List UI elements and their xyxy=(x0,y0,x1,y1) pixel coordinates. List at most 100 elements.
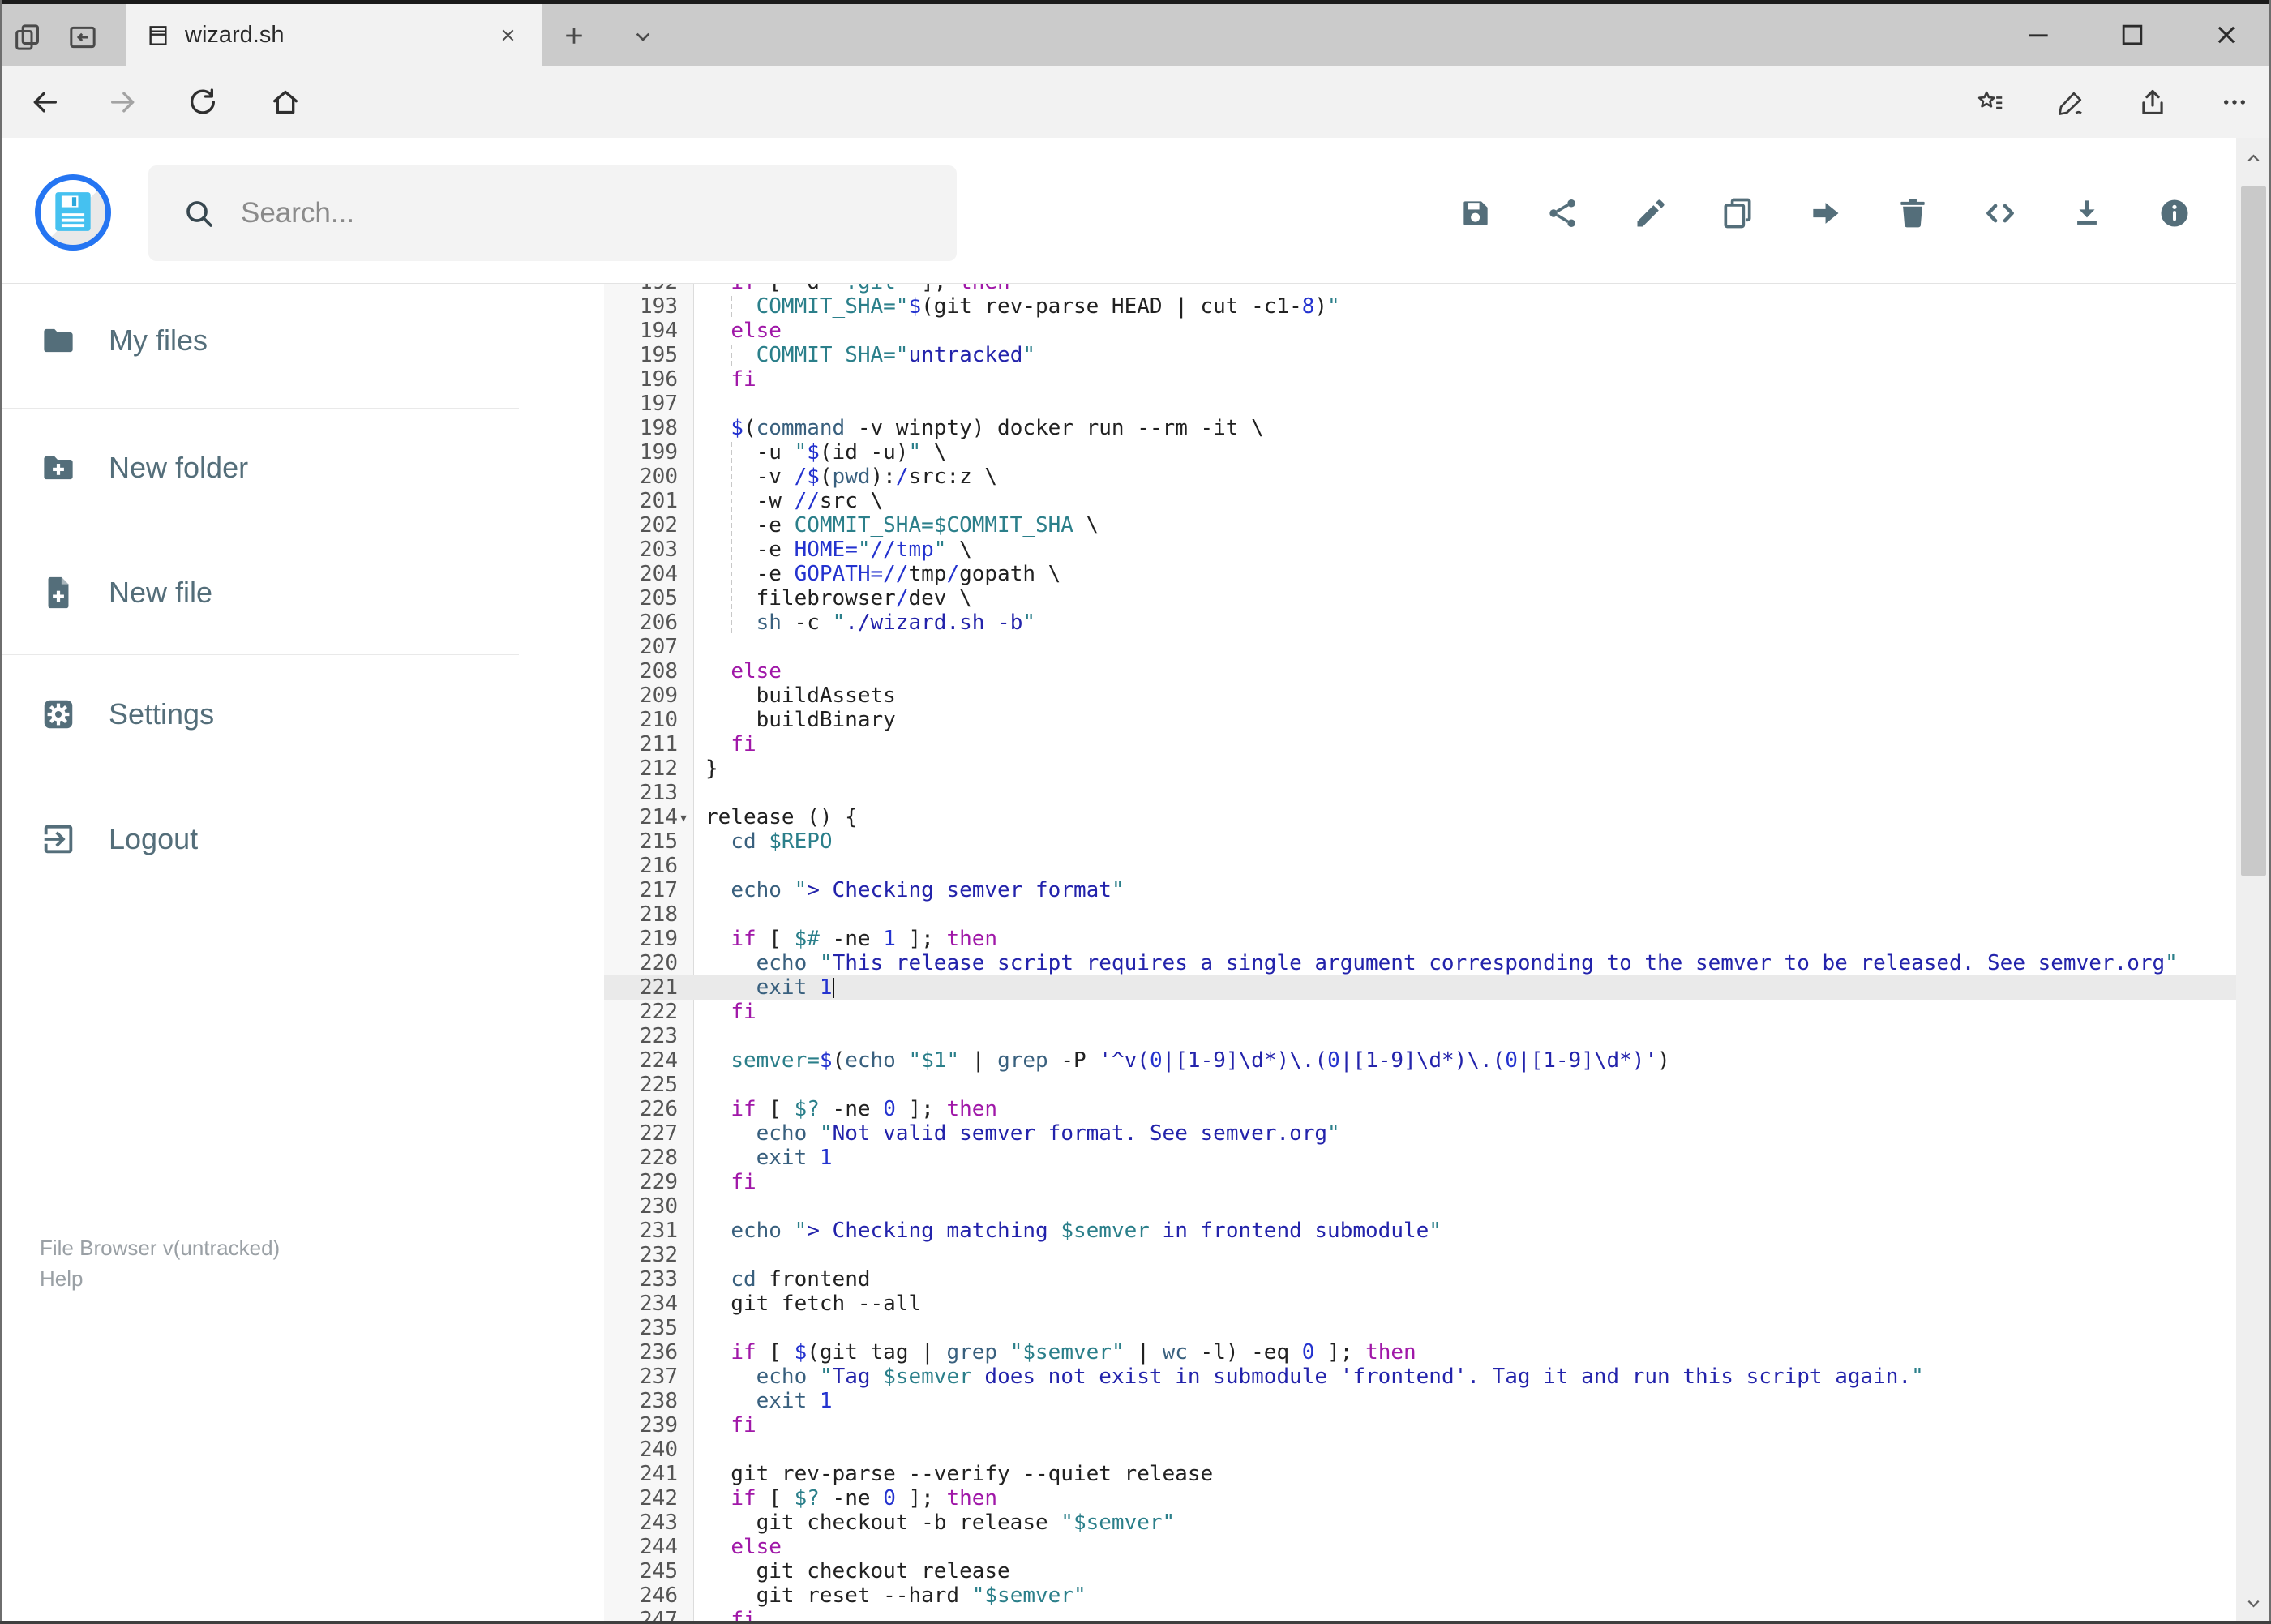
code-line[interactable]: 220 echo "This release script requires a… xyxy=(604,951,2236,975)
code-line[interactable]: 231 echo "> Checking matching $semver in… xyxy=(604,1219,2236,1243)
code-line[interactable]: 193 COMMIT_SHA="$(git rev-parse HEAD | c… xyxy=(604,294,2236,319)
code-line[interactable]: 196 fi xyxy=(604,367,2236,392)
code-line[interactable]: 214 ▾ release () { xyxy=(604,805,2236,829)
code-line[interactable]: 238 exit 1 xyxy=(604,1389,2236,1413)
code-line[interactable]: 199 -u "$(id -u)" \ xyxy=(604,440,2236,465)
code-line[interactable]: 227 echo "Not valid semver format. See s… xyxy=(604,1121,2236,1146)
code-line[interactable]: 243 git checkout -b release "$semver" xyxy=(604,1510,2236,1535)
code-line[interactable]: 207 xyxy=(604,635,2236,659)
code-line[interactable]: 230 xyxy=(604,1194,2236,1219)
code-editor[interactable]: 192 if [ -d ".git" ]; then193 COMMIT_SHA… xyxy=(604,284,2236,1624)
code-line[interactable]: 206 sh -c "./wizard.sh -b" xyxy=(604,611,2236,635)
code-line[interactable]: 215 cd $REPO xyxy=(604,829,2236,854)
maximize-button[interactable] xyxy=(2116,19,2149,51)
window-border xyxy=(0,0,2,1624)
code-line[interactable]: 201 -w //src \ xyxy=(604,489,2236,513)
code-line[interactable]: 200 -v /$(pwd):/src:z \ xyxy=(604,465,2236,489)
sidebar-item-label: New folder xyxy=(109,451,249,484)
home-icon[interactable] xyxy=(269,86,302,118)
tab-list-chevron-down-icon[interactable] xyxy=(630,24,656,49)
line-number: 212 xyxy=(640,756,678,781)
tabs-aside-icon[interactable] xyxy=(11,21,44,54)
code-line[interactable]: 237 echo "Tag $semver does not exist in … xyxy=(604,1365,2236,1389)
code-line[interactable]: 236 if [ $(git tag | grep "$semver" | wc… xyxy=(604,1340,2236,1365)
code-line[interactable]: 242 if [ $? -ne 0 ]; then xyxy=(604,1486,2236,1510)
code-line[interactable]: 226 if [ $? -ne 0 ]; then xyxy=(604,1097,2236,1121)
sidebar-item-new-file[interactable]: New file xyxy=(0,562,604,623)
code-line[interactable]: 229 fi xyxy=(604,1170,2236,1194)
window-close-button[interactable] xyxy=(2210,19,2243,51)
forward-icon[interactable] xyxy=(107,86,139,118)
code-line[interactable]: 205 filebrowser/dev \ xyxy=(604,586,2236,611)
tab-preview-icon[interactable] xyxy=(66,21,99,54)
save-button[interactable] xyxy=(1458,195,1493,231)
code-line[interactable]: 232 xyxy=(604,1243,2236,1267)
code-line[interactable]: 233 cd frontend xyxy=(604,1267,2236,1292)
code-line[interactable]: 203 -e HOME="//tmp" \ xyxy=(604,538,2236,562)
code-line[interactable]: 216 xyxy=(604,854,2236,878)
share-button[interactable] xyxy=(1545,195,1581,231)
active-tab[interactable]: wizard.sh xyxy=(126,4,542,66)
edit-button[interactable] xyxy=(1633,195,1669,231)
delete-button[interactable] xyxy=(1895,195,1930,231)
code-line[interactable]: 223 xyxy=(604,1024,2236,1048)
code-line[interactable]: 218 xyxy=(604,902,2236,927)
code-line[interactable]: 217 echo "> Checking semver format" xyxy=(604,878,2236,902)
refresh-icon[interactable] xyxy=(186,86,219,118)
code-line[interactable]: 245 git checkout release xyxy=(604,1559,2236,1583)
help-link[interactable]: Help xyxy=(40,1263,280,1294)
code-line[interactable]: 219 if [ $# -ne 1 ]; then xyxy=(604,927,2236,951)
info-button[interactable] xyxy=(2157,195,2192,231)
code-text: echo "> Checking matching $semver in fro… xyxy=(731,1219,1442,1243)
search-bar[interactable] xyxy=(148,165,957,261)
annotate-pen-icon[interactable] xyxy=(2056,87,2087,118)
filebrowser-logo[interactable] xyxy=(35,174,111,251)
scroll-up-icon[interactable] xyxy=(2243,148,2265,169)
scrollbar[interactable] xyxy=(2236,138,2271,1624)
fold-arrow-icon[interactable]: ▾ xyxy=(679,805,688,829)
move-button[interactable] xyxy=(1807,195,1843,231)
hub-icon[interactable] xyxy=(1975,87,2006,118)
code-line[interactable]: 235 xyxy=(604,1316,2236,1340)
code-line[interactable]: 234 git fetch --all xyxy=(604,1292,2236,1316)
code-line[interactable]: 241 git rev-parse --verify --quiet relea… xyxy=(604,1462,2236,1486)
code-line[interactable]: 240 xyxy=(604,1438,2236,1462)
back-icon[interactable] xyxy=(28,86,61,118)
scrollbar-thumb[interactable] xyxy=(2241,186,2266,876)
code-line[interactable]: 209 buildAssets xyxy=(604,683,2236,708)
code-line[interactable]: 202 -e COMMIT_SHA=$COMMIT_SHA \ xyxy=(604,513,2236,538)
sidebar-item-new-folder[interactable]: New folder xyxy=(0,437,604,499)
code-line[interactable]: 213 xyxy=(604,781,2236,805)
code-line[interactable]: 225 xyxy=(604,1073,2236,1097)
sidebar-item-my-files[interactable]: My files xyxy=(0,310,604,371)
sidebar-item-settings[interactable]: Settings xyxy=(0,683,604,745)
code-line[interactable]: 246 git reset --hard "$semver" xyxy=(604,1583,2236,1608)
code-line[interactable]: 222 fi xyxy=(604,1000,2236,1024)
code-line[interactable]: 210 buildBinary xyxy=(604,708,2236,732)
sidebar-item-logout[interactable]: Logout xyxy=(0,808,604,870)
code-line[interactable]: 198 $(command -v winpty) docker run --rm… xyxy=(604,416,2236,440)
tab-close-icon[interactable] xyxy=(497,24,519,46)
code-line[interactable]: 221 exit 1 xyxy=(604,975,2236,1000)
code-line[interactable]: 195 COMMIT_SHA="untracked" xyxy=(604,343,2236,367)
more-options-icon[interactable] xyxy=(2219,87,2250,118)
code-line[interactable]: 244 else xyxy=(604,1535,2236,1559)
code-line[interactable]: 211 fi xyxy=(604,732,2236,756)
code-line[interactable]: 204 -e GOPATH=//tmp/gopath \ xyxy=(604,562,2236,586)
new-tab-icon[interactable] xyxy=(559,21,589,50)
code-line[interactable]: 197 xyxy=(604,392,2236,416)
code-line[interactable]: 208 else xyxy=(604,659,2236,683)
code-line[interactable]: 192 if [ -d ".git" ]; then xyxy=(604,284,2236,294)
minimize-button[interactable] xyxy=(2022,19,2055,51)
code-line[interactable]: 224 semver=$(echo "$1" | grep -P '^v(0|[… xyxy=(604,1048,2236,1073)
share-icon[interactable] xyxy=(2137,87,2168,118)
code-button[interactable] xyxy=(1982,195,2018,231)
code-line[interactable]: 228 exit 1 xyxy=(604,1146,2236,1170)
search-input[interactable] xyxy=(239,196,957,230)
code-line[interactable]: 239 fi xyxy=(604,1413,2236,1438)
code-line[interactable]: 194 else xyxy=(604,319,2236,343)
copy-button[interactable] xyxy=(1720,195,1755,231)
download-button[interactable] xyxy=(2069,195,2105,231)
code-line[interactable]: 212} xyxy=(604,756,2236,781)
scroll-down-icon[interactable] xyxy=(2243,1592,2265,1614)
